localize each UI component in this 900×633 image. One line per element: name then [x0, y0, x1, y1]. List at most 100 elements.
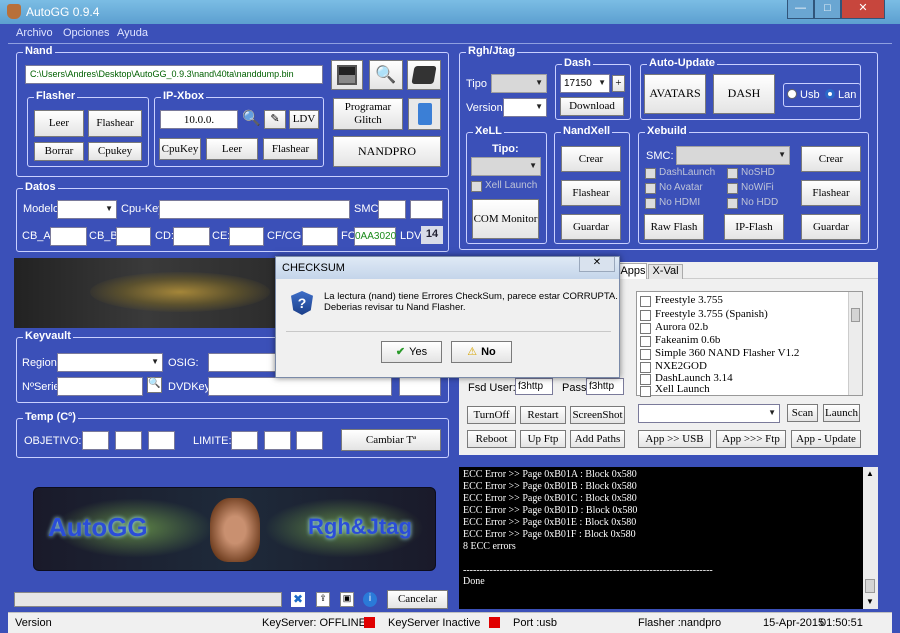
log-console[interactable]: ECC Error >> Page 0xB01A : Block 0x580 E… — [459, 467, 878, 609]
nandxell-flashear-button[interactable]: Flashear — [561, 180, 621, 206]
ip-leer-button[interactable]: Leer — [206, 138, 258, 160]
reboot-button[interactable]: Reboot — [467, 430, 516, 448]
info-icon[interactable]: i — [363, 592, 377, 607]
ip-flashear-button[interactable]: Flashear — [263, 138, 318, 160]
region-select[interactable] — [57, 353, 163, 372]
app-usb-button[interactable]: App >> USB — [638, 430, 711, 448]
xebuild-guardar-button[interactable]: Guardar — [801, 214, 861, 240]
turnoff-button[interactable]: TurnOff — [467, 406, 516, 424]
com-monitor-button[interactable]: COM Monitor — [472, 199, 539, 239]
dash-update-button[interactable]: DASH — [713, 74, 775, 114]
dash-plus-button[interactable]: + — [612, 75, 625, 92]
app-update-button[interactable]: App - Update — [791, 430, 861, 448]
dashlaunch-checkbox[interactable] — [645, 168, 656, 179]
dialog-yes-button[interactable]: ✔ Yes — [381, 341, 442, 363]
dvdkey-field[interactable] — [208, 377, 392, 396]
screenshot-button[interactable]: ScreenShot — [570, 406, 625, 424]
cambiar-temp-button[interactable]: Cambiar Tª — [341, 429, 441, 451]
launch-button[interactable]: Launch — [823, 404, 860, 422]
export-icon[interactable]: ⇪ — [316, 592, 330, 607]
serie-field[interactable] — [57, 377, 143, 396]
rgh-tipo-select[interactable] — [491, 74, 547, 93]
flasher-flashear-button[interactable]: Flashear — [88, 110, 142, 137]
up-ftp-button[interactable]: Up Ftp — [520, 430, 566, 448]
dash-download-button[interactable]: Download — [560, 97, 624, 116]
add-paths-button[interactable]: Add Paths — [570, 430, 625, 448]
limite-field-1[interactable] — [231, 431, 258, 450]
restart-button[interactable]: Restart — [520, 406, 566, 424]
noavatar-checkbox[interactable] — [645, 183, 656, 194]
flasher-cpukey-button[interactable]: Cpukey — [88, 142, 142, 161]
dialog-no-button[interactable]: ⚠ No — [451, 341, 512, 363]
objetivo-field-1[interactable] — [82, 431, 109, 450]
ldv-button[interactable]: LDV — [289, 110, 319, 129]
nandxell-crear-button[interactable]: Crear — [561, 146, 621, 172]
app-checkbox-4[interactable] — [640, 349, 651, 360]
ip-edit-button[interactable]: ✎ — [264, 110, 286, 129]
cpukey-field[interactable] — [159, 200, 350, 219]
app-checkbox-6[interactable] — [640, 374, 651, 385]
nandxell-guardar-button[interactable]: Guardar — [561, 214, 621, 240]
smc-field-1[interactable] — [378, 200, 406, 219]
dialog-close-button[interactable]: ✕ — [579, 257, 615, 272]
pass-field[interactable]: f3http — [586, 378, 624, 395]
title-bar[interactable]: AutoGG 0.9.4 — □ ✕ — [0, 0, 900, 24]
nand-path-field[interactable]: C:\Users\Andres\Desktop\AutoGG_0.9.3\nan… — [25, 65, 323, 84]
log-scrollbar[interactable]: ▲ ▼ — [863, 467, 878, 609]
app-item-3[interactable]: Fakeanim 0.6b — [655, 334, 720, 346]
close-button[interactable]: ✕ — [841, 0, 885, 19]
app-item-0[interactable]: Freestyle 3.755 — [655, 294, 723, 306]
app-checkbox-2[interactable] — [640, 323, 651, 334]
app-item-2[interactable]: Aurora 02.b — [655, 321, 708, 333]
rgh-version-select[interactable] — [503, 98, 547, 117]
ip-cpukey-button[interactable]: CpuKey — [159, 138, 201, 160]
ce-field[interactable] — [229, 227, 264, 246]
app-item-5[interactable]: NXE2GOD — [655, 360, 707, 372]
app-ftp-button[interactable]: App >>> Ftp — [716, 430, 786, 448]
app-checkbox-5[interactable] — [640, 362, 651, 373]
xebuild-flashear-button[interactable]: Flashear — [801, 180, 861, 206]
open-nand-button[interactable]: 🔍 — [369, 60, 403, 90]
log-scroll-up-icon[interactable]: ▲ — [866, 469, 874, 478]
usb-button[interactable] — [408, 98, 441, 130]
search-ip-icon[interactable]: 🔍 — [242, 109, 261, 127]
flasher-leer-button[interactable]: Leer — [34, 110, 84, 137]
nowifi-checkbox[interactable] — [727, 183, 738, 194]
objetivo-field-3[interactable] — [148, 431, 175, 450]
dvdkey-extra-field[interactable] — [399, 377, 441, 396]
fc-field[interactable]: 0AA3020 — [354, 227, 396, 246]
minimize-button[interactable]: — — [787, 0, 814, 19]
app-item-1[interactable]: Freestyle 3.755 (Spanish) — [655, 308, 768, 320]
app-item-4[interactable]: Simple 360 NAND Flasher V1.2 — [655, 347, 799, 359]
tab-apps[interactable]: Apps — [619, 263, 647, 279]
xebuild-smc-select[interactable] — [676, 146, 790, 165]
xebuild-crear-button[interactable]: Crear — [801, 146, 861, 172]
avatars-button[interactable]: AVATARS — [644, 74, 706, 114]
smc-field-2[interactable] — [410, 200, 443, 219]
apps-scroll-thumb[interactable] — [851, 308, 860, 322]
ip-field[interactable]: 10.0.0. — [160, 110, 238, 129]
app-checkbox-7[interactable] — [640, 386, 651, 397]
cancelar-button[interactable]: Cancelar — [387, 590, 448, 609]
app-item-7[interactable]: Xell Launch — [655, 383, 710, 395]
limite-field-2[interactable] — [264, 431, 291, 450]
app-checkbox-0[interactable] — [640, 296, 651, 307]
app-checkbox-3[interactable] — [640, 336, 651, 347]
apps-scrollbar[interactable] — [848, 292, 862, 395]
objetivo-field-2[interactable] — [115, 431, 142, 450]
lan-radio[interactable] — [825, 89, 835, 99]
nand-tool-button[interactable] — [407, 60, 441, 90]
cfcg-field[interactable] — [302, 227, 338, 246]
fsd-user-field[interactable]: f3http — [515, 378, 553, 395]
menu-ayuda[interactable]: Ayuda — [117, 27, 148, 39]
ip-flash-button[interactable]: IP-Flash — [724, 214, 784, 240]
flasher-borrar-button[interactable]: Borrar — [34, 142, 84, 161]
log-scroll-down-icon[interactable]: ▼ — [866, 597, 874, 606]
xell-tipo-select[interactable] — [471, 157, 541, 176]
nandpro-button[interactable]: NANDPRO — [333, 136, 441, 167]
app-checkbox-1[interactable] — [640, 310, 651, 321]
usb-radio[interactable] — [787, 89, 797, 99]
close-tool-icon[interactable]: ✖ — [291, 592, 305, 607]
xell-launch-checkbox[interactable] — [471, 181, 482, 192]
dash-version-select[interactable]: 17150 — [560, 74, 610, 93]
